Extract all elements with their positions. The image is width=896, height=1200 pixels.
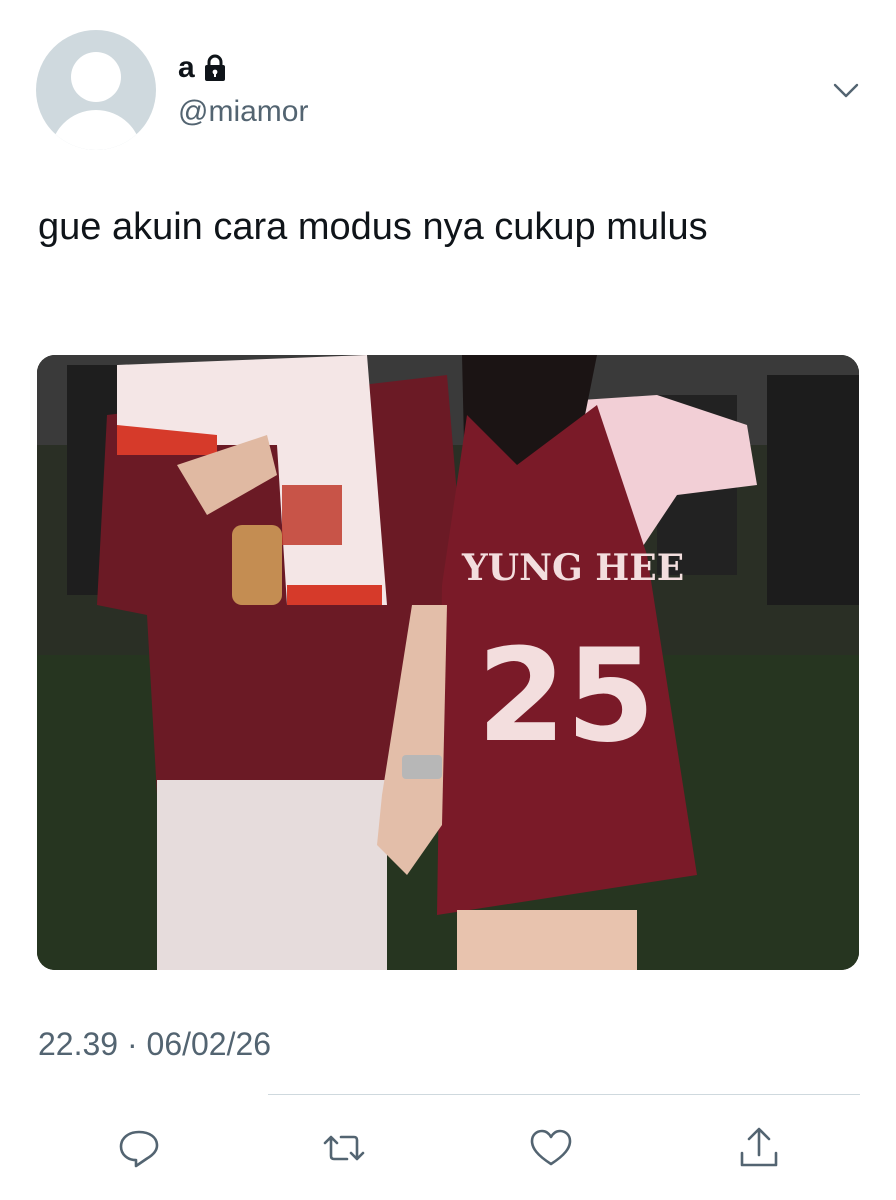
tweet-text: gue akuin cara modus nya cukup mulus [38, 206, 708, 248]
photo-illustration: YUNG HEE 25 [37, 355, 859, 970]
jersey-number: 25 [477, 622, 655, 771]
retweet-icon [323, 1135, 365, 1161]
tweet-photo[interactable]: YUNG HEE 25 [37, 355, 859, 970]
like-button[interactable] [523, 1120, 579, 1176]
display-name[interactable]: a [178, 50, 195, 86]
avatar[interactable] [36, 30, 156, 150]
tweet-time: 22.39 [38, 1026, 119, 1062]
tweet-date: 06/02/26 [146, 1026, 272, 1062]
chevron-down-icon[interactable] [830, 74, 862, 106]
user-name-row: a [178, 50, 227, 86]
tweet-timestamp[interactable]: 22.39 · 06/02/26 [38, 1024, 271, 1064]
jersey-text: YUNG HEE [461, 547, 684, 589]
retweet-button[interactable] [316, 1120, 372, 1176]
share-icon [740, 1127, 778, 1167]
user-handle[interactable]: @miamor [178, 94, 308, 130]
divider [268, 1094, 860, 1095]
avatar-body-shape [50, 110, 142, 150]
lock-icon [204, 54, 225, 81]
action-bar [0, 1120, 896, 1180]
reply-icon [119, 1130, 159, 1168]
reply-button[interactable] [111, 1120, 167, 1176]
heart-icon [530, 1129, 572, 1166]
timestamp-separator: · [126, 1026, 138, 1062]
avatar-head-shape [71, 52, 121, 102]
share-button[interactable] [731, 1120, 787, 1176]
